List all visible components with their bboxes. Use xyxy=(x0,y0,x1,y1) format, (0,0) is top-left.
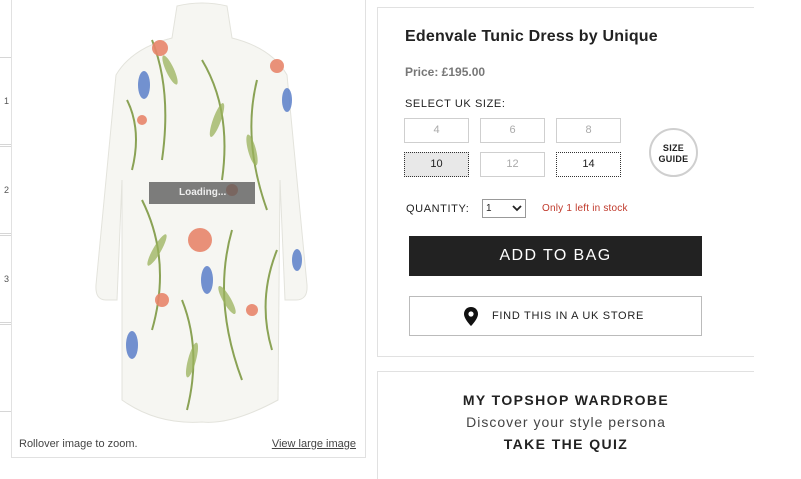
loading-indicator: Loading... xyxy=(149,182,255,204)
product-info-panel: Edenvale Tunic Dress by Unique Price: £1… xyxy=(377,7,754,357)
size-guide-line1: SIZE xyxy=(662,143,685,153)
add-to-bag-button[interactable]: ADD TO BAG xyxy=(409,236,702,276)
take-quiz-link[interactable]: TAKE THE QUIZ xyxy=(378,436,754,452)
quantity-select[interactable]: 1 xyxy=(482,199,526,218)
size-option-4[interactable]: 4 xyxy=(404,118,469,143)
stock-message: Only 1 left in stock xyxy=(542,203,628,214)
wardrobe-title: MY TOPSHOP WARDROBE xyxy=(462,392,670,408)
chevron-down-icon xyxy=(512,205,522,212)
wardrobe-banner[interactable]: MY TOPSHOP WARDROBE Discover your style … xyxy=(377,371,754,479)
size-label: SELECT UK SIZE: xyxy=(405,98,506,110)
wardrobe-subtitle: Discover your style persona xyxy=(466,414,666,430)
location-pin-icon xyxy=(464,307,478,326)
quantity-label: QUANTITY: xyxy=(406,203,470,215)
thumbnail-label: 3 xyxy=(3,274,9,284)
product-title: Edenvale Tunic Dress by Unique xyxy=(405,28,658,45)
find-in-store-label: FIND THIS IN A UK STORE xyxy=(492,310,644,322)
zoom-hint: Rollover image to zoom. xyxy=(19,438,138,450)
size-option-12[interactable]: 12 xyxy=(480,152,545,177)
product-image[interactable] xyxy=(82,0,322,425)
size-option-6[interactable]: 6 xyxy=(480,118,545,143)
view-large-image-link[interactable]: View large image xyxy=(272,438,356,450)
quantity-value: 1 xyxy=(486,203,492,214)
thumbnail-label: 1 xyxy=(3,96,9,106)
product-image-panel: Loading... Rollover image to zoom. View … xyxy=(11,0,366,458)
size-option-14[interactable]: 14 xyxy=(556,152,621,177)
size-option-10[interactable]: 10 xyxy=(404,152,469,177)
thumbnail-label: 2 xyxy=(3,185,9,195)
find-in-store-button[interactable]: FIND THIS IN A UK STORE xyxy=(409,296,702,336)
product-price: Price: £195.00 xyxy=(405,65,486,79)
size-option-8[interactable]: 8 xyxy=(556,118,621,143)
size-guide-button[interactable]: SIZE GUIDE xyxy=(649,128,698,177)
size-guide-line2: GUIDE xyxy=(658,154,689,164)
